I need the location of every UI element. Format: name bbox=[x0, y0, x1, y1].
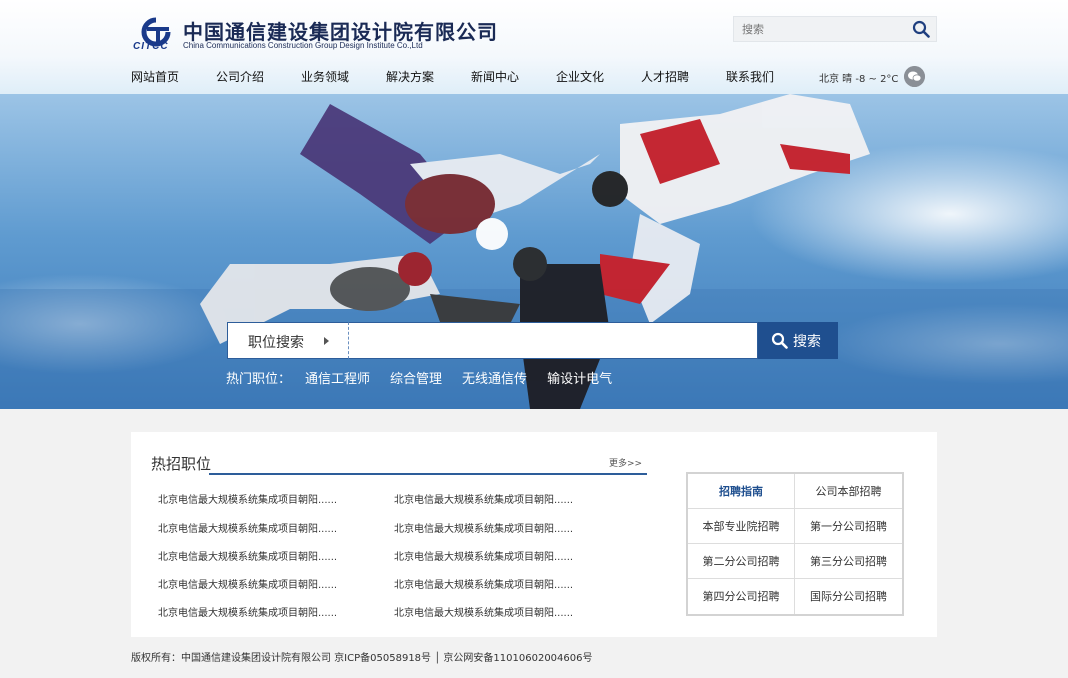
hot-job-link[interactable]: 通信工程师 bbox=[305, 368, 370, 387]
hero-banner: 职位搜索 搜索 热门职位： 通信工程师 综合管理 无线通信传 输设计电气 bbox=[0, 94, 1068, 409]
link-international[interactable]: 国际分公司招聘 bbox=[795, 579, 902, 614]
link-recruitment-guide[interactable]: 招聘指南 bbox=[688, 474, 795, 509]
job-item[interactable]: 北京电信最大规模系统集成项目朝阳...... bbox=[394, 491, 573, 506]
job-item[interactable]: 北京电信最大规模系统集成项目朝阳...... bbox=[158, 576, 337, 591]
job-search-input[interactable] bbox=[349, 322, 758, 359]
job-search-button[interactable]: 搜索 bbox=[758, 322, 838, 359]
job-search-button-label: 搜索 bbox=[793, 334, 821, 350]
section-title: 热招职位 bbox=[151, 455, 212, 473]
recruitment-links: 招聘指南 公司本部招聘 本部专业院招聘 第一分公司招聘 第二分公司招聘 第三分公… bbox=[686, 472, 904, 616]
nav-culture[interactable]: 企业文化 bbox=[556, 68, 604, 85]
wechat-icon[interactable] bbox=[904, 66, 925, 87]
job-item[interactable]: 北京电信最大规模系统集成项目朝阳...... bbox=[394, 576, 573, 591]
more-link[interactable]: 更多>> bbox=[609, 456, 642, 469]
hot-job-link[interactable]: 综合管理 bbox=[390, 368, 442, 387]
company-logo[interactable]: CITCC 中国通信建设集团设计院有限公司 China Communicatio… bbox=[133, 14, 497, 54]
search-icon bbox=[771, 332, 788, 349]
nav-home[interactable]: 网站首页 bbox=[131, 68, 179, 85]
job-item[interactable]: 北京电信最大规模系统集成项目朝阳...... bbox=[158, 491, 337, 506]
search-icon[interactable] bbox=[912, 20, 930, 38]
logo-abbreviation: CITCC bbox=[133, 41, 169, 52]
site-header: CITCC 中国通信建设集团设计院有限公司 China Communicatio… bbox=[0, 0, 1068, 94]
link-branch-3[interactable]: 第三分公司招聘 bbox=[795, 544, 902, 579]
job-search-bar: 职位搜索 搜索 bbox=[227, 322, 838, 359]
hot-job-link[interactable]: 输设计电气 bbox=[547, 368, 612, 387]
link-dept-institute[interactable]: 本部专业院招聘 bbox=[688, 509, 795, 544]
link-branch-2[interactable]: 第二分公司招聘 bbox=[688, 544, 795, 579]
hot-jobs-label: 热门职位： bbox=[226, 372, 292, 387]
link-branch-4[interactable]: 第四分公司招聘 bbox=[688, 579, 795, 614]
job-search-category[interactable]: 职位搜索 bbox=[227, 322, 349, 359]
skydivers-image bbox=[0, 94, 1068, 409]
nav-solutions[interactable]: 解决方案 bbox=[386, 68, 434, 85]
job-search-label: 职位搜索 bbox=[248, 335, 304, 351]
footer-copyright: 版权所有：中国通信建设集团设计院有限公司 京ICP备05058918号 │ 京公… bbox=[131, 653, 593, 664]
job-item[interactable]: 北京电信最大规模系统集成项目朝阳...... bbox=[394, 520, 573, 535]
nav-about[interactable]: 公司介绍 bbox=[216, 68, 264, 85]
hot-jobs: 热门职位： 通信工程师 综合管理 无线通信传 输设计电气 bbox=[226, 368, 612, 387]
weather-info: 北京 晴 -8 ~ 2°C bbox=[819, 74, 899, 85]
link-hq-recruitment[interactable]: 公司本部招聘 bbox=[795, 474, 902, 509]
nav-contact[interactable]: 联系我们 bbox=[726, 68, 774, 85]
job-item[interactable]: 北京电信最大规模系统集成项目朝阳...... bbox=[394, 548, 573, 563]
section-divider bbox=[209, 473, 647, 475]
job-item[interactable]: 北京电信最大规模系统集成项目朝阳...... bbox=[158, 520, 337, 535]
job-item[interactable]: 北京电信最大规模系统集成项目朝阳...... bbox=[394, 604, 573, 619]
nav-news[interactable]: 新闻中心 bbox=[471, 68, 519, 85]
content-panel: 热招职位 更多>> 北京电信最大规模系统集成项目朝阳...... 北京电信最大规… bbox=[131, 432, 937, 637]
nav-careers[interactable]: 人才招聘 bbox=[641, 68, 689, 85]
job-item[interactable]: 北京电信最大规模系统集成项目朝阳...... bbox=[158, 604, 337, 619]
nav-business[interactable]: 业务领域 bbox=[301, 68, 349, 85]
hot-job-link[interactable]: 无线通信传 bbox=[462, 368, 527, 387]
job-item[interactable]: 北京电信最大规模系统集成项目朝阳...... bbox=[158, 548, 337, 563]
site-search bbox=[733, 16, 937, 42]
link-branch-1[interactable]: 第一分公司招聘 bbox=[795, 509, 902, 544]
company-name-en: China Communications Construction Group … bbox=[183, 41, 423, 50]
caret-right-icon bbox=[324, 337, 329, 345]
site-search-input[interactable] bbox=[734, 17, 904, 41]
